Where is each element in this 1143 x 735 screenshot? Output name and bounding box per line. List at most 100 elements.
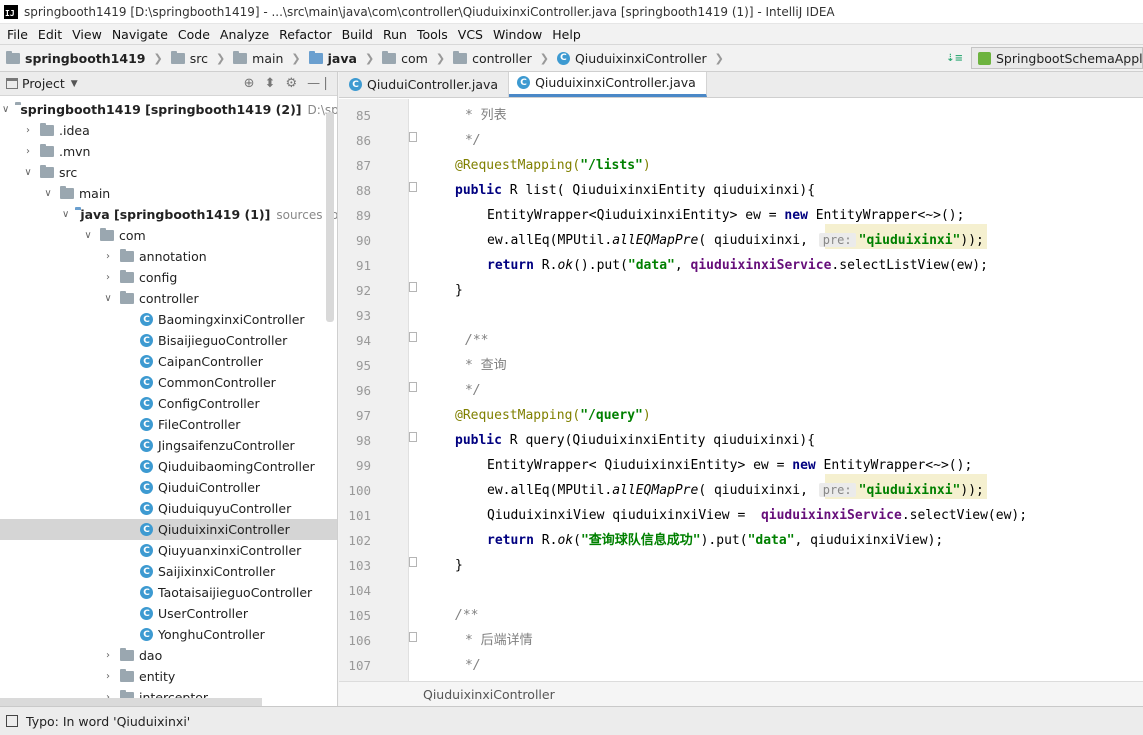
fold-marker[interactable] <box>409 182 417 192</box>
tree-item[interactable]: CSaijixinxiController <box>0 561 338 582</box>
fold-marker[interactable] <box>409 332 417 342</box>
menu-vcs[interactable]: VCS <box>453 27 488 42</box>
fold-marker[interactable] <box>409 432 417 442</box>
locate-target-icon[interactable]: ⊕ <box>244 76 255 91</box>
tree-item[interactable]: CYonghuController <box>0 624 338 645</box>
editor-breadcrumb[interactable]: QiuduixinxiController <box>339 681 1143 706</box>
tree-item[interactable]: CQiuduiController <box>0 477 338 498</box>
fold-marker[interactable] <box>409 557 417 567</box>
tree-item[interactable]: CBisaijieguoController <box>0 330 338 351</box>
tree-item[interactable]: ∨ com <box>0 225 338 246</box>
chevron-right-icon[interactable]: › <box>22 125 34 136</box>
chevron-right-icon[interactable]: › <box>102 251 114 262</box>
project-panel-header: Project ▼ ⊕ ⬍ ⚙ —❘ <box>0 72 337 96</box>
menu-help[interactable]: Help <box>547 27 586 42</box>
tree-item[interactable]: ∨src <box>0 162 338 183</box>
code-line-89: EntityWrapper<QiuduixinxiEntity> ew = ne… <box>487 203 964 228</box>
menu-file[interactable]: File <box>2 27 33 42</box>
crumb-class[interactable]: C QiuduixinxiController ❯ <box>557 51 730 66</box>
status-message: Typo: In word 'Qiuduixinxi' <box>26 714 190 729</box>
gear-icon[interactable]: ⚙ <box>285 76 297 91</box>
crumb-project[interactable]: springbooth1419 ❯ <box>6 51 169 66</box>
tree-item[interactable]: CQiuyuanxinxiController <box>0 540 338 561</box>
menu-edit[interactable]: Edit <box>33 27 67 42</box>
tree-item[interactable]: ›.idea <box>0 120 338 141</box>
tree-item[interactable]: CQiuduixinxiController <box>0 519 338 540</box>
crumb-src[interactable]: src ❯ <box>171 51 231 66</box>
menu-view[interactable]: View <box>67 27 107 42</box>
sort-icon[interactable]: ⇣≡ <box>946 53 963 64</box>
tree-item[interactable]: CCommonController <box>0 372 338 393</box>
code-line-103: } <box>455 553 463 578</box>
chevron-down-icon[interactable]: ∨ <box>62 209 69 220</box>
spring-boot-icon <box>978 52 991 65</box>
fold-marker[interactable] <box>409 282 417 292</box>
code-line-107: */ <box>465 653 481 678</box>
chevron-down-icon[interactable]: ∨ <box>22 167 34 178</box>
tree-item[interactable]: ›config <box>0 267 338 288</box>
hide-panel-icon[interactable]: —❘ <box>307 76 331 91</box>
tab-qiuduixinxicontroller[interactable]: C QiuduixinxiController.java <box>509 72 707 97</box>
chevron-right-icon[interactable]: › <box>102 671 114 682</box>
tree-item[interactable]: ∨springbooth1419 [springbooth1419 (2)]D:… <box>0 99 338 120</box>
vertical-scrollbar[interactable] <box>326 112 334 322</box>
chevron-right-icon[interactable]: › <box>102 272 114 283</box>
tree-item-label: com <box>119 228 146 243</box>
chevron-right-icon[interactable]: › <box>22 146 34 157</box>
run-configuration-select[interactable]: SpringbootSchemaApplic <box>971 47 1143 69</box>
tree-item[interactable]: CCaipanController <box>0 351 338 372</box>
tree-item[interactable]: CTaotaisaijieguoController <box>0 582 338 603</box>
crumb-com[interactable]: com ❯ <box>382 51 451 66</box>
tree-item[interactable]: CQiuduiquyuController <box>0 498 338 519</box>
menu-code[interactable]: Code <box>173 27 215 42</box>
menu-refactor[interactable]: Refactor <box>274 27 336 42</box>
chevron-down-icon[interactable]: ∨ <box>102 293 114 304</box>
fold-marker[interactable] <box>409 382 417 392</box>
horizontal-scrollbar[interactable] <box>0 698 262 706</box>
tree-item[interactable]: CQiuduibaomingController <box>0 456 338 477</box>
line-number: 100 <box>339 478 371 503</box>
menu-navigate[interactable]: Navigate <box>107 27 173 42</box>
editor-area: C QiuduiController.java C QiuduixinxiCon… <box>339 72 1143 706</box>
tree-item[interactable]: CJingsaifenzuController <box>0 435 338 456</box>
crumb-main[interactable]: main ❯ <box>233 51 306 66</box>
menu-build[interactable]: Build <box>337 27 378 42</box>
crumb-controller[interactable]: controller ❯ <box>453 51 555 66</box>
crumb-java[interactable]: java ❯ <box>309 51 381 66</box>
tree-item[interactable]: CConfigController <box>0 393 338 414</box>
tree-item[interactable]: ∨java [springbooth1419 (1)]sources root <box>0 204 338 225</box>
tree-item[interactable]: ›dao <box>0 645 338 666</box>
tool-windows-icon[interactable] <box>6 715 18 727</box>
project-view-label[interactable]: Project <box>22 76 65 91</box>
tree-item[interactable]: ∨main <box>0 183 338 204</box>
tree-item[interactable]: ›.mvn <box>0 141 338 162</box>
code-editor[interactable]: 8586878889909192939495969798991001011021… <box>339 99 1143 681</box>
tree-item[interactable]: CBaomingxinxiController <box>0 309 338 330</box>
window-title: springbooth1419 [D:\springbooth1419] - .… <box>24 5 835 19</box>
chevron-down-icon[interactable]: ∨ <box>2 104 9 115</box>
tree-item[interactable]: ∨controller <box>0 288 338 309</box>
tree-item-label: YonghuController <box>158 627 265 642</box>
chevron-down-icon[interactable]: ▼ <box>71 79 78 89</box>
line-number: 94 <box>339 328 371 353</box>
menu-tools[interactable]: Tools <box>412 27 453 42</box>
tree-item[interactable]: ›entity <box>0 666 338 687</box>
tree-item[interactable]: ›annotation <box>0 246 338 267</box>
tree-item[interactable]: CUserController <box>0 603 338 624</box>
class-icon: C <box>140 523 153 536</box>
chevron-right-icon[interactable]: › <box>102 650 114 661</box>
chevron-right-icon: ❯ <box>715 52 724 65</box>
chevron-down-icon[interactable]: ∨ <box>42 188 54 199</box>
menu-analyze[interactable]: Analyze <box>215 27 274 42</box>
tree-item[interactable]: CFileController <box>0 414 338 435</box>
code-line-101: QiuduixinxiView qiuduixinxiView = qiudui… <box>487 503 1027 528</box>
fold-marker[interactable] <box>409 132 417 142</box>
menu-run[interactable]: Run <box>378 27 412 42</box>
fold-marker[interactable] <box>409 632 417 642</box>
chevron-down-icon[interactable]: ∨ <box>82 230 94 241</box>
menu-window[interactable]: Window <box>488 27 547 42</box>
tab-qiuduicontroller[interactable]: C QiuduiController.java <box>341 72 509 97</box>
line-number: 105 <box>339 603 371 628</box>
collapse-all-icon[interactable]: ⬍ <box>265 76 276 91</box>
chevron-right-icon: ❯ <box>540 52 549 65</box>
